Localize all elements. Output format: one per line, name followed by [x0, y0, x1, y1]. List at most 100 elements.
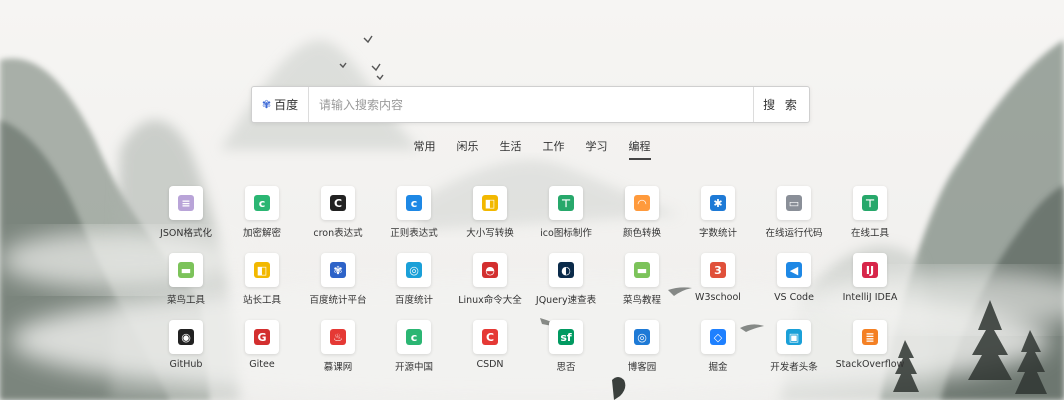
intellij-icon: IJ [862, 262, 878, 278]
site-link[interactable]: ◓ Linux命令大全 [450, 253, 530, 315]
site-link[interactable]: ◐ JQuery速查表 [526, 253, 606, 315]
tab-changyong[interactable]: 常用 [414, 136, 436, 160]
cnblogs-icon: ◎ [634, 329, 650, 345]
site-icon-tile: ◓ [473, 253, 507, 287]
site-label: cron表达式 [313, 228, 363, 239]
github-icon: ◉ [178, 329, 194, 345]
site-icon-tile: C [473, 320, 507, 354]
site-label: 字数统计 [698, 228, 737, 239]
site-icon-tile: ◎ [397, 253, 431, 287]
site-link[interactable]: ≡ JSON格式化 [146, 186, 226, 248]
tab-shenghuo[interactable]: 生活 [500, 136, 522, 160]
site-icon-tile: IJ [853, 253, 887, 287]
site-link[interactable]: ▬ 菜鸟教程 [602, 253, 682, 315]
tab-xuexi[interactable]: 学习 [586, 136, 608, 160]
site-icon-tile: ◇ [701, 320, 735, 354]
site-link[interactable]: sf 思否 [526, 320, 606, 382]
regex-icon: c [406, 195, 422, 211]
site-label: 加密解密 [242, 228, 281, 239]
search-input[interactable] [309, 87, 754, 122]
site-label: ico图标制作 [540, 228, 592, 239]
site-label: StackOverflow [835, 359, 905, 370]
site-label: 正则表达式 [390, 228, 438, 239]
site-link[interactable]: ≣ StackOverflow [830, 320, 910, 382]
site-label: JQuery速查表 [535, 295, 597, 306]
tab-biancheng[interactable]: 编程 [628, 136, 651, 160]
site-label: IntelliJ IDEA [842, 292, 898, 303]
site-label: JSON格式化 [160, 228, 212, 239]
monitor-icon: ▭ [786, 195, 802, 211]
site-link[interactable]: ▭ 在线运行代码 [754, 186, 834, 248]
tab-gongzuo[interactable]: 工作 [543, 136, 565, 160]
site-icon-tile: ▬ [169, 253, 203, 287]
site-label: 开源中国 [394, 362, 433, 373]
site-link[interactable]: 3 W3school [678, 253, 758, 315]
site-label: CSDN [476, 359, 504, 370]
tab-xianle[interactable]: 闲乐 [457, 136, 479, 160]
site-link[interactable]: ◀ VS Code [754, 253, 834, 315]
site-link[interactable]: ▬ 菜鸟工具 [146, 253, 226, 315]
gitee-icon: G [254, 329, 270, 345]
site-icon-tile: ✾ [321, 253, 355, 287]
search-engine-label: 百度 [274, 98, 299, 112]
site-label: Gitee [249, 359, 275, 370]
search-engine-selector[interactable]: ✾ 百度 [252, 87, 309, 122]
runoob-icon: ▬ [178, 262, 194, 278]
site-link[interactable]: c 加密解密 [222, 186, 302, 248]
site-label: 开发者头条 [770, 362, 818, 373]
stats-icon: ◎ [406, 262, 422, 278]
site-icon-tile: ▬ [625, 253, 659, 287]
json-icon: ≡ [178, 195, 194, 211]
site-icon-tile: ◀ [777, 253, 811, 287]
site-link[interactable]: ⊤ ico图标制作 [526, 186, 606, 248]
site-link[interactable]: ◠ 颜色转换 [602, 186, 682, 248]
site-link[interactable]: ◇ 掘金 [678, 320, 758, 382]
site-icon-tile: ◉ [169, 320, 203, 354]
site-icon-tile: ≣ [853, 320, 887, 354]
site-icon-tile: ◐ [549, 253, 583, 287]
site-link[interactable]: c 开源中国 [374, 320, 454, 382]
site-link[interactable]: ✱ 字数统计 [678, 186, 758, 248]
site-link[interactable]: ◧ 大小写转换 [450, 186, 530, 248]
tool-icon: ⊤ [862, 195, 878, 211]
site-label: 站长工具 [242, 295, 281, 306]
site-label: 博客园 [627, 362, 657, 373]
site-link[interactable]: ♨ 慕课网 [298, 320, 378, 382]
site-link[interactable]: IJ IntelliJ IDEA [830, 253, 910, 315]
site-icon-tile: G [245, 320, 279, 354]
juejin-icon: ◇ [710, 329, 726, 345]
site-link[interactable]: G Gitee [222, 320, 302, 382]
search-button[interactable]: 搜 索 [753, 87, 809, 122]
site-label: 大小写转换 [466, 228, 514, 239]
redhat-icon: ◓ [482, 262, 498, 278]
category-tabs: 常用 闲乐 生活 工作 学习 编程 [0, 136, 1064, 160]
case-icon: ◧ [482, 195, 498, 211]
site-icon-tile: ⊤ [853, 186, 887, 220]
site-link[interactable]: ✾ 百度统计平台 [298, 253, 378, 315]
site-icon-tile: c [245, 186, 279, 220]
rainbow-icon: ◠ [634, 195, 650, 211]
site-link[interactable]: C CSDN [450, 320, 530, 382]
site-link[interactable]: ◎ 博客园 [602, 320, 682, 382]
csdn-icon: C [482, 329, 498, 345]
site-icon-tile: ▭ [777, 186, 811, 220]
chinaz-icon: ◧ [254, 262, 270, 278]
site-link[interactable]: c 正则表达式 [374, 186, 454, 248]
site-link[interactable]: ◧ 站长工具 [222, 253, 302, 315]
site-link[interactable]: Ccron表达式 [298, 186, 378, 248]
site-link[interactable]: ▣ 开发者头条 [754, 320, 834, 382]
site-label: 菜鸟工具 [166, 295, 205, 306]
site-label: 百度统计平台 [309, 295, 367, 306]
site-link[interactable]: ◉ GitHub [146, 320, 226, 382]
oschina-icon: c [406, 329, 422, 345]
site-icon-tile: ≡ [169, 186, 203, 220]
runoob-icon: ▬ [634, 262, 650, 278]
site-link[interactable]: ⊤ 在线工具 [830, 186, 910, 248]
site-icon-tile: ⊤ [549, 186, 583, 220]
site-link[interactable]: ◎ 百度统计 [374, 253, 454, 315]
site-icon-tile: sf [549, 320, 583, 354]
segmentfault-icon: sf [558, 329, 574, 345]
gear-icon: ✱ [710, 195, 726, 211]
site-icon-tile: c [397, 320, 431, 354]
site-icon-tile: ◧ [245, 253, 279, 287]
